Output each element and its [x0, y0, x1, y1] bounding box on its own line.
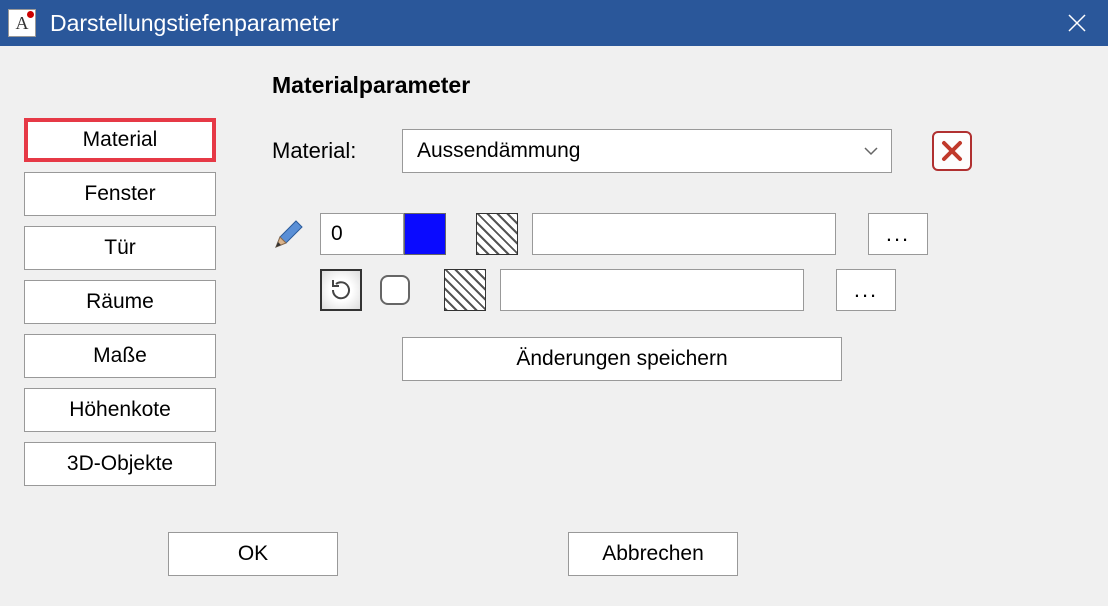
save-changes-button[interactable]: Änderungen speichern — [402, 337, 842, 381]
reset-button[interactable] — [320, 269, 362, 311]
panel-main: Materialparameter Material: Aussendämmun… — [224, 64, 1084, 516]
tab-hoehenkote[interactable]: Höhenkote — [24, 388, 216, 432]
panel-title: Materialparameter — [272, 72, 1084, 99]
refresh-icon — [328, 277, 354, 303]
tab-tuer[interactable]: Tür — [24, 226, 216, 270]
cancel-button[interactable]: Abbrechen — [568, 532, 738, 576]
ok-button[interactable]: OK — [168, 532, 338, 576]
pen-color-swatch[interactable] — [404, 213, 446, 255]
pen-number-input[interactable] — [320, 213, 404, 255]
hatch2-thumb[interactable] — [444, 269, 486, 311]
dialog-body: Material Fenster Tür Räume Maße Höhenkot… — [0, 46, 1108, 526]
hatch2-input[interactable] — [500, 269, 804, 311]
close-button[interactable] — [1054, 0, 1100, 46]
app-icon-badge — [27, 11, 34, 18]
title-bar: A Darstellungstiefenparameter — [0, 0, 1108, 46]
secondary-checkbox[interactable] — [380, 275, 410, 305]
material-label: Material: — [272, 138, 402, 164]
delete-button[interactable] — [932, 131, 972, 171]
pen-row: ... — [272, 213, 1084, 255]
sidebar: Material Fenster Tür Räume Maße Höhenkot… — [24, 64, 224, 516]
tab-material[interactable]: Material — [24, 118, 216, 162]
tab-masse[interactable]: Maße — [24, 334, 216, 378]
tab-fenster[interactable]: Fenster — [24, 172, 216, 216]
hatch1-browse-button[interactable]: ... — [868, 213, 928, 255]
secondary-row: ... — [272, 269, 1084, 311]
x-icon — [940, 139, 964, 163]
app-icon: A — [8, 9, 36, 37]
tab-raeume[interactable]: Räume — [24, 280, 216, 324]
window-title: Darstellungstiefenparameter — [50, 10, 1054, 37]
dialog-footer: OK Abbrechen — [0, 532, 1108, 576]
pencil-icon — [272, 217, 306, 251]
hatch2-browse-button[interactable]: ... — [836, 269, 896, 311]
hatch1-input[interactable] — [532, 213, 836, 255]
material-select[interactable]: Aussendämmung — [402, 129, 892, 173]
tab-3d-objekte[interactable]: 3D-Objekte — [24, 442, 216, 486]
hatch1-thumb[interactable] — [476, 213, 518, 255]
material-select-value: Aussendämmung — [402, 129, 892, 173]
material-row: Material: Aussendämmung — [272, 129, 1084, 173]
close-icon — [1067, 13, 1087, 33]
